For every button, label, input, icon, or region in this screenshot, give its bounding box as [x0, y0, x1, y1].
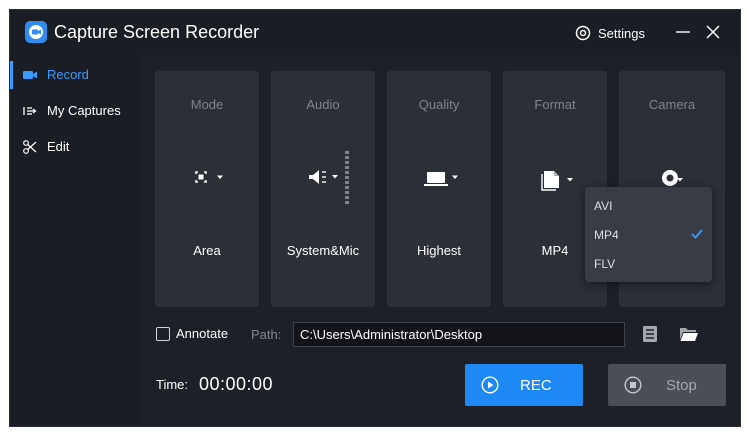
rec-label: REC: [520, 377, 552, 394]
audio-value: System&Mic: [286, 243, 360, 258]
elapsed-time: 00:00:00: [199, 374, 274, 394]
audio-panel: Audio System&Mic: [271, 71, 375, 307]
edit-icon: [23, 140, 37, 154]
mode-panel: Mode Area: [155, 71, 259, 307]
audio-title: Audio: [306, 97, 340, 112]
format-option-mp4[interactable]: MP4: [585, 220, 712, 248]
annotate-checkbox[interactable]: Annotate: [156, 326, 228, 341]
quality-value: Highest: [416, 243, 462, 258]
play-circle-icon: [481, 376, 499, 394]
format-option-flv[interactable]: FLV: [585, 249, 712, 277]
app-logo-icon: [25, 21, 47, 43]
area-select-icon[interactable]: [185, 166, 229, 196]
stop-circle-icon: [624, 376, 642, 394]
checkmark-icon: [691, 229, 703, 239]
close-icon[interactable]: [703, 22, 723, 42]
sidebar-item-label: Edit: [47, 139, 70, 154]
sidebar-item-edit[interactable]: Edit: [10, 129, 139, 165]
quality-title: Quality: [418, 97, 460, 112]
path-input[interactable]: [293, 322, 625, 347]
file-icon[interactable]: [533, 166, 577, 196]
app-title: Capture Screen Recorder: [54, 22, 260, 42]
mode-value: Area: [193, 243, 221, 258]
gear-icon: [575, 25, 591, 41]
minimize-icon[interactable]: [673, 22, 693, 42]
sidebar-item-my-captures[interactable]: My Captures: [10, 93, 139, 129]
stop-label: Stop: [666, 377, 697, 394]
annotate-label: Annotate: [176, 326, 229, 341]
sidebar-item-label: My Captures: [47, 103, 121, 118]
format-option-avi[interactable]: AVI: [585, 191, 712, 219]
format-option-label: AVI: [594, 199, 613, 213]
folder-icon[interactable]: [679, 325, 699, 343]
mode-title: Mode: [190, 97, 224, 112]
checkbox-box[interactable]: [156, 326, 170, 341]
format-option-label: MP4: [594, 228, 619, 242]
time-label: Time:: [156, 377, 189, 392]
settings-label: Settings: [598, 25, 645, 41]
camera-title: Camera: [648, 97, 696, 112]
laptop-icon[interactable]: [417, 166, 461, 196]
app-window: Capture Screen Recorder Settings Record: [9, 9, 741, 427]
sidebar: Record My Captures Edit: [10, 55, 139, 426]
path-label: Path:: [251, 327, 282, 342]
title-bar: Capture Screen Recorder Settings: [10, 10, 740, 55]
settings-button[interactable]: Settings: [574, 22, 645, 44]
format-option-label: FLV: [594, 257, 616, 271]
format-title: Format: [534, 97, 576, 112]
sidebar-item-record[interactable]: Record: [10, 57, 139, 93]
quality-panel: Quality Highest: [387, 71, 491, 307]
sidebar-item-label: Record: [47, 67, 89, 82]
list-icon[interactable]: [642, 325, 658, 343]
speaker-icon[interactable]: [309, 151, 369, 211]
stop-button[interactable]: Stop: [608, 364, 726, 406]
captures-icon: [23, 107, 37, 115]
video-camera-icon: [23, 71, 37, 79]
rec-button[interactable]: REC: [465, 364, 583, 406]
format-dropdown: AVI MP4 FLV: [585, 187, 712, 282]
